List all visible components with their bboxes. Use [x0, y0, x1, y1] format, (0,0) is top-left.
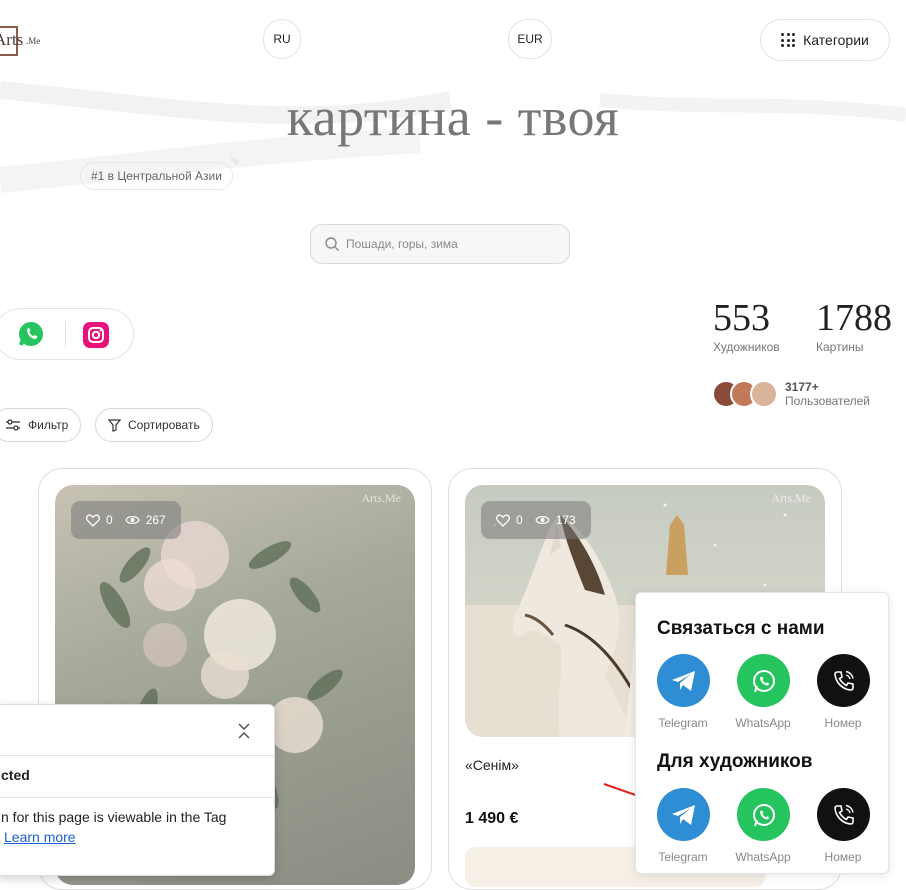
artist-phone-label: Номер [824, 850, 862, 864]
artist-whatsapp-label: WhatsApp [735, 850, 791, 864]
card-stats: 0 173 [481, 501, 591, 539]
whatsapp-button[interactable] [737, 654, 790, 707]
artist-telegram-button[interactable] [657, 788, 710, 841]
search-icon [325, 237, 339, 251]
paintings-stat: 1788 Картины [816, 296, 892, 354]
artist-telegram-label: Telegram [658, 850, 708, 864]
paintings-label: Картины [816, 340, 864, 354]
status-text: cted [1, 767, 30, 783]
views-count: 267 [145, 513, 166, 527]
painting-title[interactable]: «Сенім» [465, 757, 519, 773]
painting-price: 1 490 € [465, 810, 519, 827]
filter-button[interactable]: Фильтр [0, 408, 82, 442]
contact-heading: Связаться с нами [657, 618, 825, 639]
user-avatars [712, 380, 782, 408]
search-placeholder: Пошади, горы, зима [346, 237, 458, 251]
contact-popup: Связаться с нами Telegram WhatsApp Номер… [635, 592, 889, 874]
phone-button[interactable] [817, 654, 870, 707]
search-field[interactable]: Пошади, горы, зима [310, 224, 570, 264]
views-count: 173 [555, 513, 576, 527]
watermark: Arts.Me [771, 491, 811, 505]
grid-icon [781, 33, 796, 47]
sort-button[interactable]: Сортировать [95, 408, 213, 442]
currency-button[interactable]: EUR [508, 19, 552, 59]
sort-label: Сортировать [128, 418, 200, 432]
panel-body: n for this page is viewable in the Tag [1, 809, 227, 825]
language-button[interactable]: RU [263, 19, 301, 59]
logo-suffix: .Me [26, 36, 41, 46]
sliders-icon [6, 419, 20, 431]
hero-title: картина - твоя [286, 87, 620, 147]
filter-label: Фильтр [28, 418, 69, 432]
tag-assistant-panel: cted n for this page is viewable in the … [0, 704, 275, 876]
phone-label: Номер [824, 716, 862, 730]
heart-icon[interactable] [86, 513, 100, 527]
whatsapp-icon [752, 803, 775, 826]
telegram-label: Telegram [658, 716, 708, 730]
artist-whatsapp-button[interactable] [737, 788, 790, 841]
artists-count: 553 [713, 297, 770, 339]
divider [0, 797, 274, 798]
whatsapp-link[interactable] [17, 320, 45, 348]
telegram-icon [671, 804, 695, 825]
paintings-count: 1788 [816, 297, 892, 339]
whatsapp-icon [19, 322, 43, 346]
currency-label: EUR [517, 32, 543, 46]
users-label: Пользователей [785, 394, 870, 408]
users-count: 3177+ [785, 380, 819, 394]
telegram-button[interactable] [657, 654, 710, 707]
likes-count: 0 [106, 513, 113, 527]
whatsapp-icon [752, 669, 775, 692]
avatar [750, 380, 778, 408]
watermark: Arts.Me [361, 491, 401, 505]
telegram-icon [671, 670, 695, 691]
language-label: RU [273, 32, 291, 46]
funnel-icon [108, 418, 121, 432]
whatsapp-label: WhatsApp [735, 716, 791, 730]
logo-text: Arts [0, 30, 24, 49]
heart-icon[interactable] [496, 513, 510, 527]
artists-label: Художников [713, 340, 780, 354]
collapse-icon[interactable] [237, 722, 251, 740]
phone-icon [833, 804, 854, 825]
card-stats: 0 267 [71, 501, 181, 539]
divider [65, 322, 66, 347]
categories-label: Категории [803, 32, 869, 48]
panel-header [0, 705, 274, 756]
eye-icon [125, 516, 140, 524]
instagram-icon [88, 327, 104, 343]
artist-phone-button[interactable] [817, 788, 870, 841]
instagram-link[interactable] [83, 322, 109, 348]
learn-more-link[interactable]: Learn more [4, 829, 76, 845]
social-links [0, 308, 134, 360]
categories-button[interactable]: Категории [760, 19, 890, 61]
artists-stat: 553 Художников [713, 296, 780, 354]
region-badge: #1 в Центральной Азии [80, 162, 233, 190]
artists-heading: Для художников [657, 751, 813, 772]
eye-icon [535, 516, 550, 524]
phone-icon [833, 670, 854, 691]
site-logo[interactable]: Arts .Me [0, 26, 46, 56]
likes-count: 0 [516, 513, 523, 527]
